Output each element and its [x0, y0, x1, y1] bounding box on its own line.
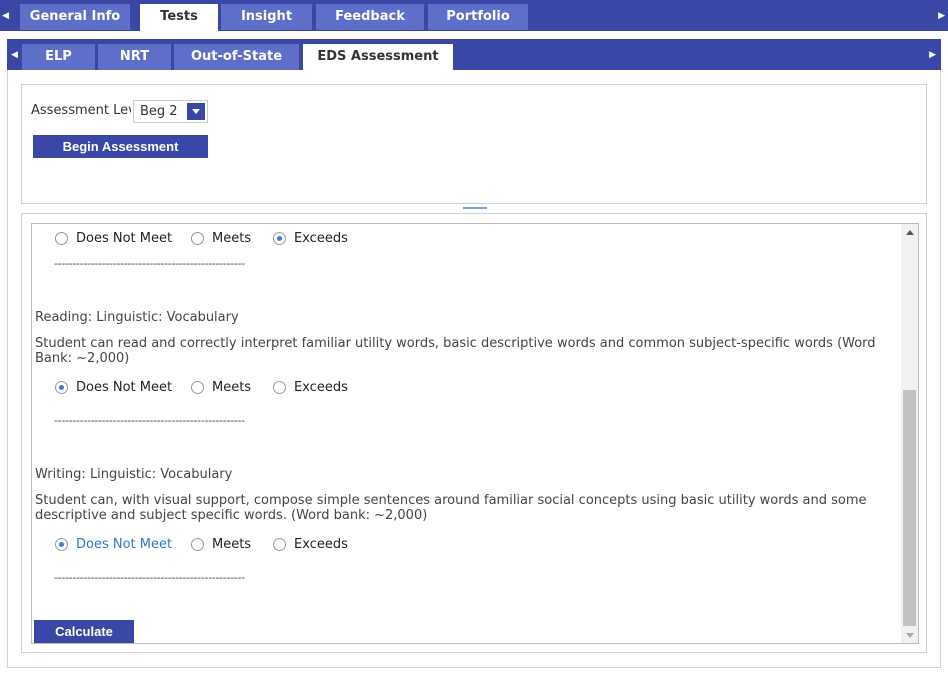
radio-label: Exceeds — [294, 537, 348, 552]
splitter-handle[interactable] — [463, 207, 487, 209]
vertical-scrollbar[interactable] — [901, 224, 918, 643]
radio-label: Meets — [212, 380, 252, 395]
assessment-level-label: Assessment Level — [31, 103, 131, 118]
scroll-left-icon[interactable]: ◀ — [11, 50, 18, 60]
test-tab-bar: ◀ ELP NRT Out-of-State EDS Assessment ▶ — [7, 39, 941, 70]
radio-label: Does Not Meet — [76, 231, 173, 246]
rating-group-1: Does Not Meet Meets Exceeds — [32, 380, 432, 397]
radio-label: Does Not Meet — [76, 537, 173, 552]
assessment-level-select[interactable]: Beg 2 — [133, 100, 208, 123]
radio-exceeds[interactable] — [273, 538, 286, 551]
radio-label: Meets — [212, 231, 252, 246]
scroll-down-icon[interactable] — [906, 633, 914, 638]
scrollbar-thumb[interactable] — [903, 390, 916, 626]
rating-group-2: Does Not Meet Meets Exceeds — [32, 537, 432, 554]
divider: ----------------------------------------… — [54, 571, 245, 584]
tab-nrt[interactable]: NRT — [98, 44, 171, 70]
tab-feedback[interactable]: Feedback — [316, 4, 424, 30]
questions-scroll-area[interactable]: Does Not Meet Meets Exceeds ------------… — [31, 223, 919, 644]
questions-list: Does Not Meet Meets Exceeds ------------… — [32, 224, 902, 643]
scroll-left-icon[interactable]: ◀ — [2, 11, 9, 21]
radio-exceeds[interactable] — [273, 232, 286, 245]
calculate-button[interactable]: Calculate — [34, 620, 134, 643]
scroll-right-icon[interactable]: ▶ — [938, 11, 945, 21]
section-heading: Reading: Linguistic: Vocabulary — [35, 310, 239, 325]
radio-meets[interactable] — [191, 232, 204, 245]
section-description: Student can read and correctly interpret… — [35, 336, 876, 366]
radio-meets[interactable] — [191, 538, 204, 551]
tab-portfolio[interactable]: Portfolio — [428, 4, 528, 30]
main-tab-bar: ◀ General Info Tests Insight Feedback Po… — [0, 0, 948, 31]
radio-does-not-meet[interactable] — [55, 381, 68, 394]
divider: ----------------------------------------… — [54, 257, 245, 270]
assessment-setup-panel: Assessment Level Beg 2 Begin Assessment — [21, 84, 927, 204]
tab-general-info[interactable]: General Info — [20, 4, 130, 30]
radio-label: Does Not Meet — [76, 380, 173, 395]
assessment-questions-panel: Does Not Meet Meets Exceeds ------------… — [21, 213, 927, 653]
begin-assessment-button[interactable]: Begin Assessment — [33, 135, 208, 158]
scroll-up-icon[interactable] — [906, 230, 914, 235]
tab-tests[interactable]: Tests — [140, 4, 218, 31]
rating-group-0: Does Not Meet Meets Exceeds — [32, 231, 432, 248]
radio-label: Meets — [212, 537, 252, 552]
radio-exceeds[interactable] — [273, 381, 286, 394]
chevron-down-icon[interactable] — [187, 103, 205, 120]
section-heading: Writing: Linguistic: Vocabulary — [35, 467, 233, 482]
radio-meets[interactable] — [191, 381, 204, 394]
scroll-right-icon[interactable]: ▶ — [929, 50, 936, 60]
tab-eds-assessment[interactable]: EDS Assessment — [303, 44, 453, 70]
radio-label: Exceeds — [294, 380, 348, 395]
tab-out-of-state[interactable]: Out-of-State — [174, 44, 299, 70]
tab-insight[interactable]: Insight — [221, 4, 312, 30]
radio-does-not-meet[interactable] — [55, 232, 68, 245]
radio-label: Exceeds — [294, 231, 348, 246]
assessment-level-value: Beg 2 — [140, 104, 178, 119]
tab-elp[interactable]: ELP — [22, 44, 95, 70]
divider: ----------------------------------------… — [54, 414, 245, 427]
radio-does-not-meet[interactable] — [55, 538, 68, 551]
section-description: Student can, with visual support, compos… — [35, 493, 867, 523]
